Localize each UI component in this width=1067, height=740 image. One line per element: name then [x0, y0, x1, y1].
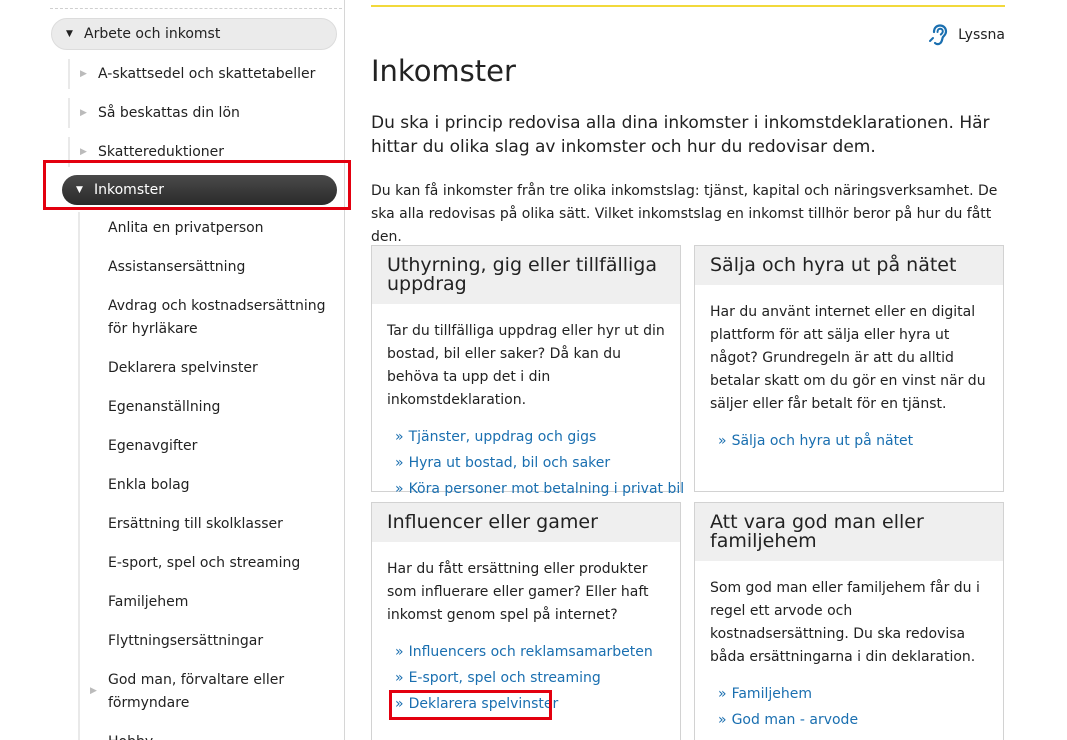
sidebar-child-egenanstallning[interactable]: Egenanställning	[108, 396, 328, 419]
card-text: Har du fått ersättning eller produkter s…	[387, 561, 649, 623]
double-chevron-icon: »	[718, 433, 727, 449]
double-chevron-icon: »	[395, 644, 404, 660]
nav-guide-line	[68, 137, 70, 167]
sidebar-item-arbete-och-inkomst[interactable]: ▼ Arbete och inkomst	[51, 18, 337, 50]
card-title: Influencer eller gamer	[372, 503, 680, 542]
sidebar-child-god-man[interactable]: God man, förvaltare eller förmyndare	[108, 669, 328, 715]
nav-guide-line	[78, 212, 80, 740]
sidebar-child-hobby[interactable]: Hobby	[108, 731, 328, 740]
sidebar-divider	[50, 8, 342, 9]
double-chevron-icon: »	[718, 686, 727, 702]
card-title: Att vara god man eller familjehem	[695, 503, 1003, 561]
sidebar-child-assistans[interactable]: Assistansersättning	[108, 256, 328, 279]
double-chevron-icon: »	[395, 670, 404, 686]
sidebar-item-skattereduktioner[interactable]: ▶ Skattereduktioner	[68, 133, 338, 171]
link-salja-hyra[interactable]: » Sälja och hyra ut på nätet	[718, 428, 988, 454]
card-text: Som god man eller familjehem får du i re…	[710, 580, 980, 665]
link-tjanster[interactable]: » Tjänster, uppdrag och gigs	[395, 424, 665, 450]
card-text: Har du använt internet eller en digital …	[710, 304, 986, 412]
triangle-right-icon: ▶	[90, 686, 97, 696]
sidebar-child-avdrag[interactable]: Avdrag och kostnadsersättning för hyrläk…	[108, 295, 328, 341]
main-content: Lyssna Inkomster Du ska i princip redovi…	[371, 0, 1005, 740]
double-chevron-icon: »	[395, 455, 404, 471]
sidebar-border	[344, 0, 345, 740]
sidebar-child-familjehem[interactable]: Familjehem	[108, 591, 328, 614]
sidebar-child-esport[interactable]: E-sport, spel och streaming	[108, 552, 328, 575]
sidebar-child-skolklasser[interactable]: Ersättning till skolklasser	[108, 513, 328, 536]
link-influencers[interactable]: » Influencers och reklamsamarbeten	[395, 639, 665, 665]
lead-paragraph: Du ska i princip redovisa alla dina inko…	[371, 113, 990, 157]
sidebar-item-inkomster[interactable]: ▼ Inkomster	[62, 175, 337, 205]
sidebar-child-flyttning[interactable]: Flyttningsersättningar	[108, 630, 328, 653]
sidebar-item-label: Inkomster	[94, 182, 164, 198]
sidebar-child-enkla-bolag[interactable]: Enkla bolag	[108, 474, 328, 497]
card-text: Tar du tillfälliga uppdrag eller hyr ut …	[387, 323, 665, 408]
sidebar-nav: ▼ Arbete och inkomst ▶ A-skattsedel och …	[0, 0, 351, 740]
card-salja-hyra: Sälja och hyra ut på nätet Har du använt…	[694, 245, 1004, 492]
card-uthyrning: Uthyrning, gig eller tillfälliga uppdrag…	[371, 245, 684, 497]
double-chevron-icon: »	[395, 429, 404, 445]
double-chevron-icon: »	[395, 481, 404, 497]
card-links: » Familjehem » God man - arvode	[695, 669, 1003, 733]
sidebar-child-anlita[interactable]: Anlita en privatperson	[108, 217, 328, 240]
sidebar-item-label: Skattereduktioner	[98, 144, 225, 160]
accent-line	[371, 5, 1005, 7]
triangle-right-icon: ▶	[80, 108, 87, 118]
card-links: » Influencers och reklamsamarbeten » E-spo…	[372, 627, 680, 717]
triangle-right-icon: ▶	[80, 147, 87, 157]
sidebar-item-label: A-skattsedel och skattetabeller	[98, 66, 316, 82]
nav-guide-line	[68, 98, 70, 128]
card-influencer: Influencer eller gamer Har du fått ersät…	[371, 502, 681, 740]
sidebar-item-label: Arbete och inkomst	[84, 26, 221, 42]
link-god-man-arvode[interactable]: » God man - arvode	[718, 707, 988, 733]
card-title: Uthyrning, gig eller tillfälliga uppdrag	[372, 246, 680, 304]
card-links: » Tjänster, uppdrag och gigs » Hyra ut bos…	[372, 412, 684, 502]
double-chevron-icon: »	[718, 712, 727, 728]
page-title: Inkomster	[371, 54, 516, 88]
link-familjehem[interactable]: » Familjehem	[718, 681, 988, 707]
double-chevron-icon: »	[395, 696, 404, 712]
page: ▼ Arbete och inkomst ▶ A-skattsedel och …	[0, 0, 1067, 740]
listen-label: Lyssna	[958, 27, 1005, 43]
listen-button[interactable]: Lyssna	[928, 24, 1005, 46]
ear-icon	[929, 24, 948, 46]
link-hyra-ut[interactable]: » Hyra ut bostad, bil och saker	[395, 450, 665, 476]
link-kora-personer[interactable]: » Köra personer mot betalning i privat bi…	[395, 476, 684, 502]
body-paragraph: Du kan få inkomster från tre olika inkom…	[371, 183, 998, 245]
link-deklarera-spelvinster[interactable]: » Deklarera spelvinster	[395, 691, 665, 717]
sidebar-item-sa-beskattas[interactable]: ▶ Så beskattas din lön	[68, 94, 338, 132]
link-esport[interactable]: » E-sport, spel och streaming	[395, 665, 665, 691]
sidebar-item-a-skattsedel[interactable]: ▶ A-skattsedel och skattetabeller	[68, 55, 338, 93]
card-god-man: Att vara god man eller familjehem Som go…	[694, 502, 1004, 740]
sidebar-child-spelvinster[interactable]: Deklarera spelvinster	[108, 357, 328, 380]
card-links: » Sälja och hyra ut på nätet	[695, 416, 1003, 454]
triangle-right-icon: ▶	[80, 69, 87, 79]
triangle-down-icon: ▼	[76, 185, 83, 195]
nav-guide-line	[68, 59, 70, 89]
triangle-down-icon: ▼	[66, 29, 73, 39]
sidebar-child-egenavgifter[interactable]: Egenavgifter	[108, 435, 328, 458]
sidebar-item-label: Så beskattas din lön	[98, 105, 240, 121]
card-title: Sälja och hyra ut på nätet	[695, 246, 1003, 285]
